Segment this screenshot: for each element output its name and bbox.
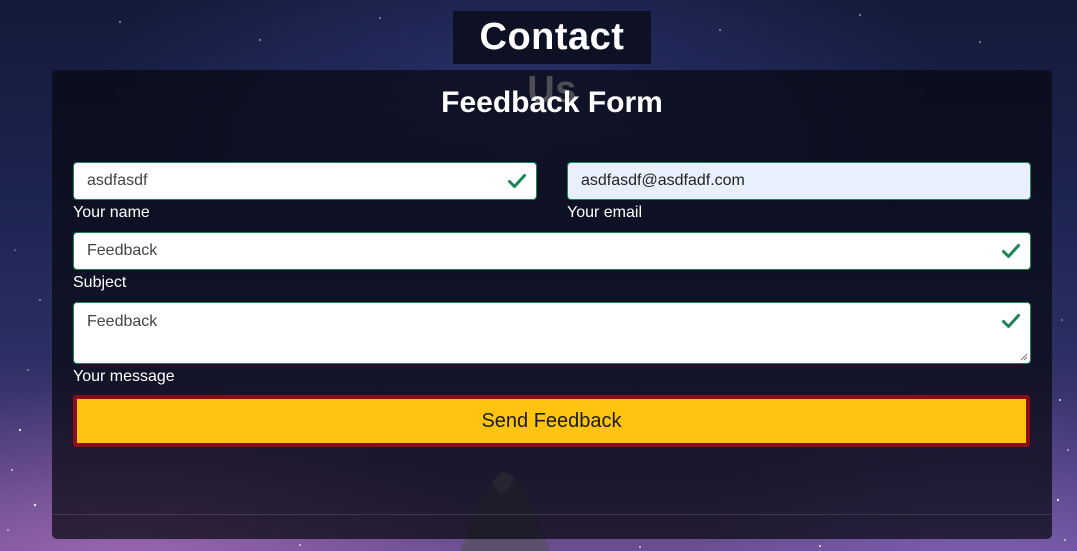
message-textarea[interactable]: Feedback xyxy=(73,302,1031,364)
card-divider xyxy=(52,514,1052,515)
check-icon xyxy=(1002,244,1020,258)
form-title: Feedback Form xyxy=(441,86,663,119)
page-title: Contact Us xyxy=(453,11,651,111)
check-icon xyxy=(508,174,526,188)
name-label: Your name xyxy=(73,204,150,221)
check-icon xyxy=(1002,314,1020,328)
name-input[interactable]: asdfasdf xyxy=(73,162,537,200)
message-textarea-value: Feedback xyxy=(87,313,158,330)
subject-label: Subject xyxy=(73,274,127,291)
email-label: Your email xyxy=(567,204,643,221)
name-input-value: asdfasdf xyxy=(87,172,148,189)
resize-grip-icon[interactable] xyxy=(1020,353,1028,361)
send-feedback-button[interactable]: Send Feedback xyxy=(73,395,1030,447)
feedback-card: Feedback Form asdfasdf Your name asdfasd… xyxy=(52,70,1052,539)
email-input[interactable]: asdfasdf@asdfadf.com xyxy=(567,162,1031,200)
subject-input[interactable]: Feedback xyxy=(73,232,1031,270)
email-input-value: asdfasdf@asdfadf.com xyxy=(581,172,745,189)
subject-input-value: Feedback xyxy=(87,242,158,259)
message-label: Your message xyxy=(73,368,175,385)
